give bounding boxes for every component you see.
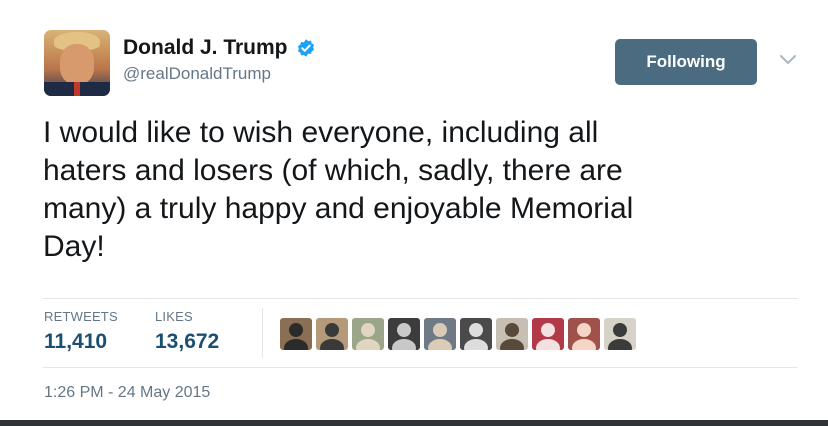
tweet-text: I would like to wish everyone, including… [43,116,634,263]
retweets-count: 11,410 [44,330,108,353]
liker-avatar-2[interactable] [316,318,348,350]
liker-avatar-3[interactable] [352,318,384,350]
retweets-label: RETWEETS [44,309,118,324]
author-name-block: Donald J. Trump @realDonaldTrump [123,36,316,84]
chevron-down-icon[interactable] [778,53,798,67]
stats-divider-bottom [43,367,798,368]
liker-avatar-4[interactable] [388,318,420,350]
liker-avatar-1[interactable] [280,318,312,350]
liker-avatar-8[interactable] [532,318,564,350]
liker-avatar-6[interactable] [460,318,492,350]
avatar-tie [74,82,80,96]
likes-stat[interactable]: LIKES 13,672 [155,309,219,354]
likes-label: LIKES [155,309,193,324]
verified-badge-icon [297,39,315,57]
stats-divider-top [43,298,798,299]
stats-separator [262,308,263,358]
tweet-timestamp[interactable]: 1:26 PM - 24 May 2015 [44,384,210,402]
tweet-card: Donald J. Trump @realDonaldTrump Followi… [0,0,828,426]
avatar-face [60,44,94,84]
liker-avatar-7[interactable] [496,318,528,350]
following-button[interactable]: Following [615,39,757,85]
liker-avatar-9[interactable] [568,318,600,350]
author-avatar[interactable] [44,30,110,96]
liker-avatar-10[interactable] [604,318,636,350]
liker-avatars [280,318,636,352]
retweets-stat[interactable]: RETWEETS 11,410 [44,309,118,354]
author-handle[interactable]: @realDonaldTrump [123,64,316,84]
liker-avatar-5[interactable] [424,318,456,350]
bottom-edge-bar [0,420,828,426]
author-display-name[interactable]: Donald J. Trump [123,36,288,60]
likes-count: 13,672 [155,330,220,353]
